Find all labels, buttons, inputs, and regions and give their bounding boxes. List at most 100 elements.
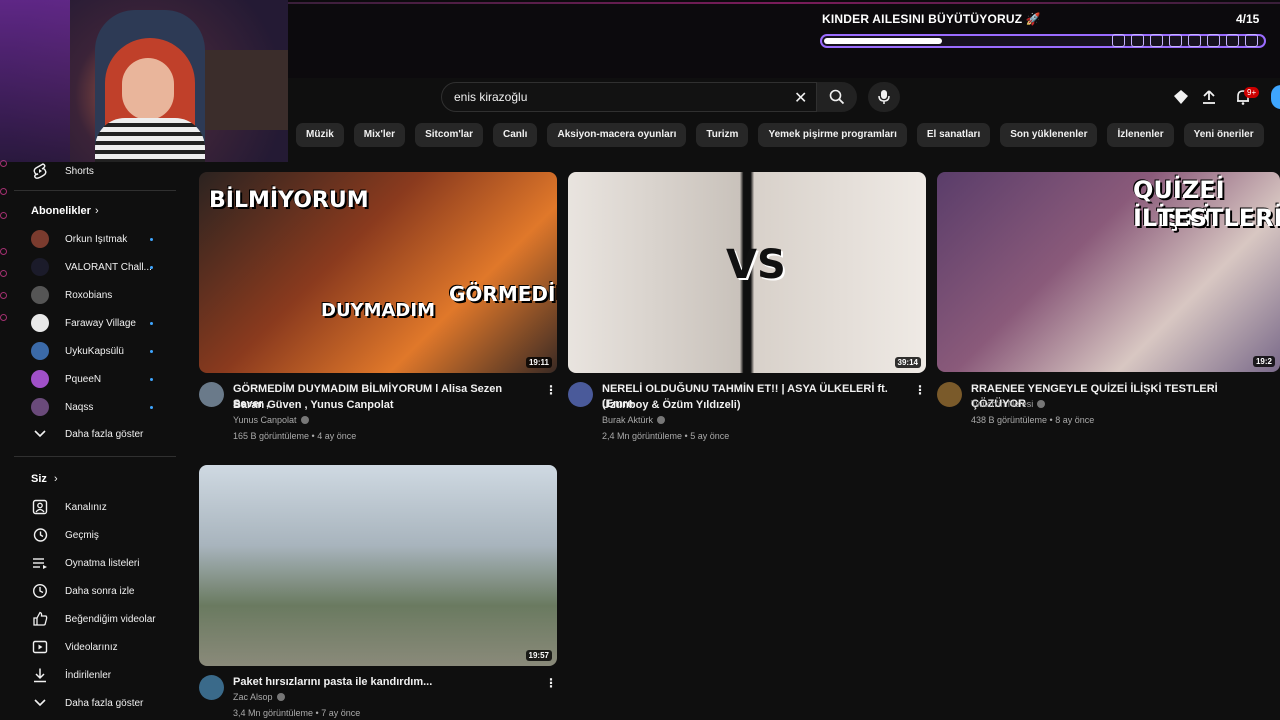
you-header[interactable]: Siz ›	[14, 466, 178, 492]
channel-icon	[31, 498, 49, 516]
channel-avatar[interactable]	[568, 382, 593, 407]
sidebar-item[interactable]: Oynatma listeleri	[14, 550, 178, 576]
channel-name-row[interactable]: Burak Aktürk	[602, 415, 666, 425]
group-icon	[1245, 34, 1258, 47]
video-title[interactable]: Paket hırsızlarını pasta ile kandırdım..…	[233, 675, 533, 690]
upload-button[interactable]	[1198, 86, 1220, 108]
sidebar-item-label: Beğendiğim videolar	[65, 613, 156, 625]
chip[interactable]: Yemek pişirme programları	[758, 123, 907, 147]
chip[interactable]: Son yüklenenler	[1000, 123, 1098, 147]
channel-name[interactable]: Zac Alsop	[233, 692, 273, 702]
create-button[interactable]	[1170, 86, 1192, 108]
chevron-right-icon: ›	[95, 205, 99, 217]
thumbs-up-icon	[31, 610, 49, 628]
channel-avatar	[31, 258, 49, 276]
video-thumbnail[interactable]: BİLMİYORUM DUYMADIM GÖRMEDİM 19:11	[199, 172, 557, 373]
sidebar-item-label: Oynatma listeleri	[65, 557, 140, 569]
channel-name: PqueeN	[65, 373, 102, 385]
video-title-line2[interactable]: Uzunboy & Özüm Yıldızeli)	[602, 398, 902, 413]
new-content-dot	[150, 321, 153, 325]
verified-icon	[276, 693, 285, 701]
channel-avatar[interactable]	[199, 382, 224, 407]
video-icon	[31, 638, 49, 656]
sidebar-item-shorts[interactable]: Shorts	[14, 158, 178, 184]
subscriptions-header[interactable]: Abonelikler ›	[14, 198, 178, 224]
sidebar-item[interactable]: Daha sonra izle	[14, 578, 178, 604]
clear-search-icon[interactable]: ✕	[794, 88, 807, 108]
chip[interactable]: Mix'ler	[353, 123, 406, 147]
subscriptions-title: Abonelikler	[31, 205, 91, 217]
video-stats: 3,4 Mn görüntüleme • 7 ay önce	[233, 708, 361, 718]
chip[interactable]: Aksiyon-macera oyunları	[547, 123, 687, 147]
chip[interactable]: Yeni öneriler	[1183, 123, 1264, 147]
sidebar-item[interactable]: Beğendiğim videolar	[14, 606, 178, 632]
thumbnail-text: VS	[726, 242, 786, 288]
subscription-channel[interactable]: Roxobians	[14, 282, 178, 308]
channel-name[interactable]: Twitch'in Nefesi	[971, 399, 1033, 409]
channel-name-row[interactable]: Zac Alsop	[233, 692, 285, 702]
subscriber-goal-title: KINDER AILESINI BÜYÜTÜYORUZ 🚀	[822, 12, 1041, 26]
search-input[interactable]: enis kirazoğlu ✕	[441, 82, 817, 112]
video-stats: 165 B görüntüleme • 4 ay önce	[233, 431, 357, 441]
channel-name-row[interactable]: Twitch'in Nefesi	[971, 399, 1046, 409]
sidebar-item-label: Daha fazla göster	[65, 697, 144, 709]
verified-icon	[657, 416, 666, 424]
video-thumbnail[interactable]: VS 39:14	[568, 172, 926, 373]
channel-name[interactable]: Burak Aktürk	[602, 415, 653, 425]
chip[interactable]: Sitcom'lar	[415, 123, 484, 147]
chip[interactable]: Canlı	[493, 123, 538, 147]
more-options-icon[interactable]: ⋮	[545, 383, 557, 397]
channel-avatar[interactable]	[937, 382, 962, 407]
video-duration: 19:11	[525, 357, 552, 368]
sidebar-item-label: İndirilenler	[65, 669, 112, 681]
more-options-icon[interactable]: ⋮	[914, 383, 926, 397]
search-button[interactable]	[817, 82, 857, 112]
subscription-channel[interactable]: Orkun Işıtmak	[14, 226, 178, 252]
sidebar-item-label: Daha sonra izle	[65, 585, 135, 597]
new-content-dot	[150, 237, 153, 241]
search-icon	[829, 89, 845, 105]
channel-name: Faraway Village	[65, 317, 136, 329]
thumbnail-text: DUYMADIM	[321, 300, 435, 321]
channel-avatar	[31, 370, 49, 388]
video-thumbnail[interactable]: 19:57	[199, 465, 557, 666]
show-more-subscriptions[interactable]: Daha fazla göster	[14, 421, 178, 447]
search-query: enis kirazoğlu	[454, 90, 528, 104]
subscription-channel[interactable]: VALORANT Chall...	[14, 254, 178, 280]
channel-avatar	[31, 230, 49, 248]
video-title-line2[interactable]: Baran Güven , Yunus Canpolat	[233, 398, 533, 413]
video-duration: 19:2	[1252, 356, 1275, 367]
new-content-dot	[150, 265, 153, 269]
sidebar-item[interactable]: Videolarınız	[14, 634, 178, 660]
subscription-channel[interactable]: UykuKapsülü	[14, 338, 178, 364]
subscription-channel[interactable]: Naqss	[14, 394, 178, 420]
category-chips-bar: Müzik Mix'ler Sitcom'lar Canlı Aksiyon-macer…	[296, 123, 1264, 147]
channel-name-row[interactable]: Yunus Canpolat	[233, 415, 309, 425]
sidebar-item[interactable]: İndirilenler	[14, 662, 178, 688]
subscription-channel[interactable]: PqueeN	[14, 366, 178, 392]
verified-icon	[1037, 400, 1046, 408]
chip[interactable]: Müzik	[296, 123, 344, 147]
channel-avatar	[31, 314, 49, 332]
voice-search-button[interactable]	[868, 82, 900, 112]
play-icon	[1169, 34, 1182, 47]
account-avatar[interactable]	[1271, 85, 1280, 109]
video-thumbnail[interactable]: QUİZEİ İLİŞKİ TESTLERİ 19:2	[937, 172, 1280, 372]
channel-avatar[interactable]	[199, 675, 224, 700]
channel-name[interactable]: Yunus Canpolat	[233, 415, 297, 425]
bookmark-icon	[1112, 34, 1125, 47]
subscriber-goal-count: 4/15	[1236, 12, 1260, 26]
playlist-icon	[31, 554, 49, 572]
video-stats: 438 B görüntüleme • 8 ay önce	[971, 415, 1095, 425]
more-options-icon[interactable]: ⋮	[545, 676, 557, 690]
sidebar-item[interactable]: Daha fazla göster	[14, 690, 178, 716]
subscription-channel[interactable]: Faraway Village	[14, 310, 178, 336]
chip[interactable]: Turizm	[696, 123, 749, 147]
chip[interactable]: İzlenenler	[1107, 123, 1174, 147]
sidebar-item[interactable]: Geçmiş	[14, 522, 178, 548]
chip[interactable]: El sanatları	[916, 123, 991, 147]
sidebar-item[interactable]: Kanalınız	[14, 494, 178, 520]
chevron-down-icon	[31, 694, 49, 712]
chevron-down-icon	[31, 425, 49, 443]
you-title: Siz	[31, 473, 47, 485]
